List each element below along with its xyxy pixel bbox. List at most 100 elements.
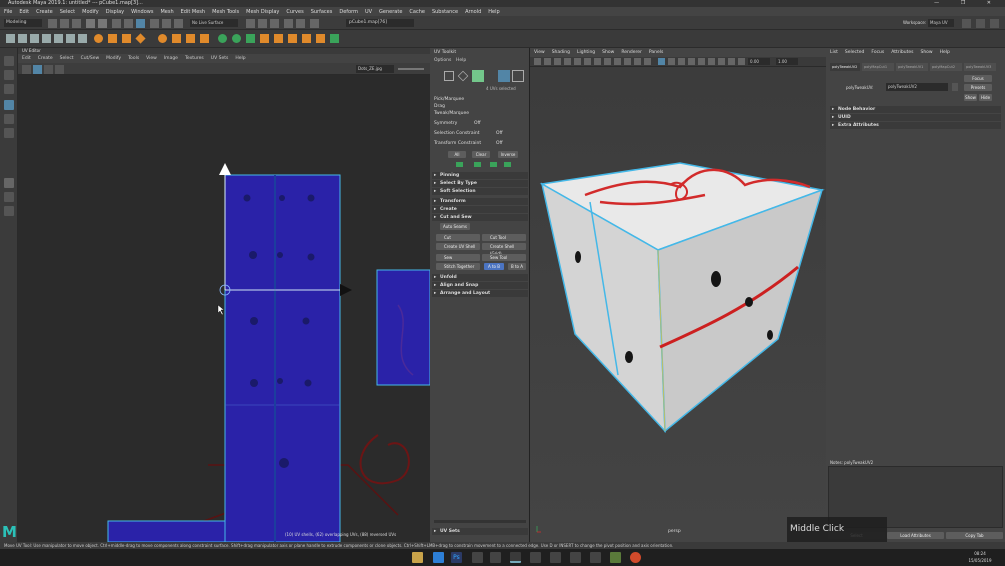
show-hide-icon[interactable] xyxy=(296,19,305,28)
attr-section-uuid[interactable]: UUID xyxy=(830,114,1001,121)
vp-lock-icon[interactable] xyxy=(544,58,551,65)
perspective-viewport[interactable]: persp xyxy=(530,67,826,542)
cut-tool-button[interactable]: Cut Tool xyxy=(482,234,526,241)
redo-icon[interactable] xyxy=(98,19,107,28)
layout-side-icon[interactable] xyxy=(4,206,14,216)
sew-tool-button[interactable]: Sew Tool xyxy=(482,254,526,261)
uv-toolbar-icon-3[interactable] xyxy=(44,65,53,74)
select-object-icon[interactable] xyxy=(124,19,133,28)
vp-isolate-icon[interactable] xyxy=(708,58,715,65)
attr-tab-2[interactable]: polyTweakUV1 xyxy=(896,63,928,71)
section-arrange-and-layout[interactable]: Arrange and Layout xyxy=(432,290,528,297)
app-icon-7[interactable] xyxy=(610,552,621,563)
mode-drag[interactable]: Drag xyxy=(434,103,526,110)
uv-tool-icon-2[interactable] xyxy=(18,34,27,43)
toolkit-scrollbar[interactable] xyxy=(434,520,526,523)
window-controls[interactable]: — ❐ ✕ xyxy=(934,0,1001,7)
photoshop-icon[interactable]: Ps xyxy=(451,552,462,563)
poly-sphere-icon[interactable] xyxy=(94,34,103,43)
separate-icon[interactable] xyxy=(172,34,181,43)
presets-button[interactable]: Presets xyxy=(964,84,992,91)
uv-toolbar-icon-2[interactable] xyxy=(33,65,42,74)
b-to-a-button[interactable]: B to A xyxy=(508,263,526,270)
mode-tweak-marquee[interactable]: Tweak/Marquee xyxy=(434,110,526,117)
grow-selection-icon[interactable] xyxy=(456,162,463,167)
quad-draw-icon[interactable] xyxy=(330,34,339,43)
uv-menu-textures[interactable]: Textures xyxy=(185,56,204,61)
uv-toolkit-menu-options[interactable]: Options xyxy=(434,58,451,63)
uv-toolbar-icon-4[interactable] xyxy=(55,65,64,74)
menu-mesh[interactable]: Mesh xyxy=(160,9,173,15)
uv-canvas[interactable] xyxy=(18,75,430,542)
hide-button[interactable]: Hide xyxy=(979,94,992,101)
vp-menu-panels[interactable]: Panels xyxy=(649,50,663,55)
attr-menu-help[interactable]: Help xyxy=(940,50,950,58)
combine-icon[interactable] xyxy=(158,34,167,43)
layout-four-icon[interactable] xyxy=(4,192,14,202)
vp-smooth-shade-icon[interactable] xyxy=(624,58,631,65)
menu-create[interactable]: Create xyxy=(36,9,53,15)
attr-menu-list[interactable]: List xyxy=(830,50,838,58)
vp-shadows-icon[interactable] xyxy=(678,58,685,65)
uv-menu-select[interactable]: Select xyxy=(60,56,74,61)
uv-tool-icon-7[interactable] xyxy=(78,34,87,43)
bevel-icon[interactable] xyxy=(274,34,283,43)
undo-icon[interactable] xyxy=(86,19,95,28)
scale-tool-icon[interactable] xyxy=(4,128,14,138)
app-icon-3[interactable] xyxy=(530,552,541,563)
attr-menu-focus[interactable]: Focus xyxy=(871,50,884,58)
attr-tab-3[interactable]: polyMapCut2 xyxy=(930,63,962,71)
section-create[interactable]: Create xyxy=(432,206,528,213)
uv-menu-create[interactable]: Create xyxy=(38,56,53,61)
vp-wireframe-icon[interactable] xyxy=(614,58,621,65)
poly-cylinder-icon[interactable] xyxy=(122,34,131,43)
load-attributes-button[interactable]: Load Attributes xyxy=(887,532,944,539)
browser-icon[interactable] xyxy=(433,552,444,563)
cut-button[interactable]: Cut xyxy=(436,234,480,241)
vp-xray-icon[interactable] xyxy=(644,58,651,65)
vp-imageplane-icon[interactable] xyxy=(564,58,571,65)
menu-display[interactable]: Display xyxy=(106,9,124,15)
vp-film-gate-icon[interactable] xyxy=(584,58,591,65)
select-face-mode-icon[interactable] xyxy=(472,70,484,82)
attr-menu-show[interactable]: Show xyxy=(920,50,932,58)
uv-toolkit-menu-help[interactable]: Help xyxy=(456,58,466,63)
move-tool-icon[interactable] xyxy=(4,100,14,110)
select-border-icon[interactable] xyxy=(490,162,497,167)
bridge-icon[interactable] xyxy=(246,34,255,43)
poly-plane-icon[interactable] xyxy=(135,33,146,44)
uv-tool-icon-3[interactable] xyxy=(30,34,39,43)
gamma-field[interactable]: 1.00 xyxy=(776,58,798,65)
vp-resolution-gate-icon[interactable] xyxy=(594,58,601,65)
save-scene-icon[interactable] xyxy=(72,19,81,28)
attr-node-arrow-icon[interactable] xyxy=(952,83,958,91)
attr-tab-0[interactable]: polyTweakUV2 xyxy=(830,63,860,71)
create-shell-grid-button[interactable]: Create Shell (Grid) xyxy=(482,243,526,256)
render-icon[interactable] xyxy=(246,19,255,28)
select-edge-mode-icon[interactable] xyxy=(457,70,469,82)
menu-curves[interactable]: Curves xyxy=(286,9,303,15)
boolean-icon[interactable] xyxy=(218,34,227,43)
select-all-button[interactable]: All xyxy=(448,151,466,158)
viewport-canvas[interactable] xyxy=(530,67,826,542)
attr-menu-selected[interactable]: Selected xyxy=(845,50,865,58)
workspace-dropdown[interactable]: Maya UV xyxy=(928,19,954,27)
select-clear-button[interactable]: Clear xyxy=(472,151,490,158)
attr-section-extra[interactable]: Extra Attributes xyxy=(830,122,1001,129)
uv-tool-icon-5[interactable] xyxy=(54,34,63,43)
vp-menu-lighting[interactable]: Lighting xyxy=(577,50,595,55)
vp-aa-icon[interactable] xyxy=(698,58,705,65)
attr-tab-1[interactable]: polyMapCut1 xyxy=(862,63,894,71)
attr-section-node-behavior[interactable]: Node Behavior xyxy=(830,106,1001,113)
vp-menu-shading[interactable]: Shading xyxy=(552,50,570,55)
uv-tool-icon-1[interactable] xyxy=(6,34,15,43)
select-component-icon[interactable] xyxy=(136,19,145,28)
snap-point-icon[interactable] xyxy=(174,19,183,28)
uv-menu-cutsew[interactable]: Cut/Sew xyxy=(81,56,100,61)
exposure-slider[interactable] xyxy=(398,68,424,70)
select-hierarchy-icon[interactable] xyxy=(112,19,121,28)
live-surface-field[interactable]: No Live Surface xyxy=(190,19,238,27)
section-align-and-snap[interactable]: Align and Snap xyxy=(432,282,528,289)
vp-textured-icon[interactable] xyxy=(658,58,665,65)
menu-arnold[interactable]: Arnold xyxy=(465,9,481,15)
